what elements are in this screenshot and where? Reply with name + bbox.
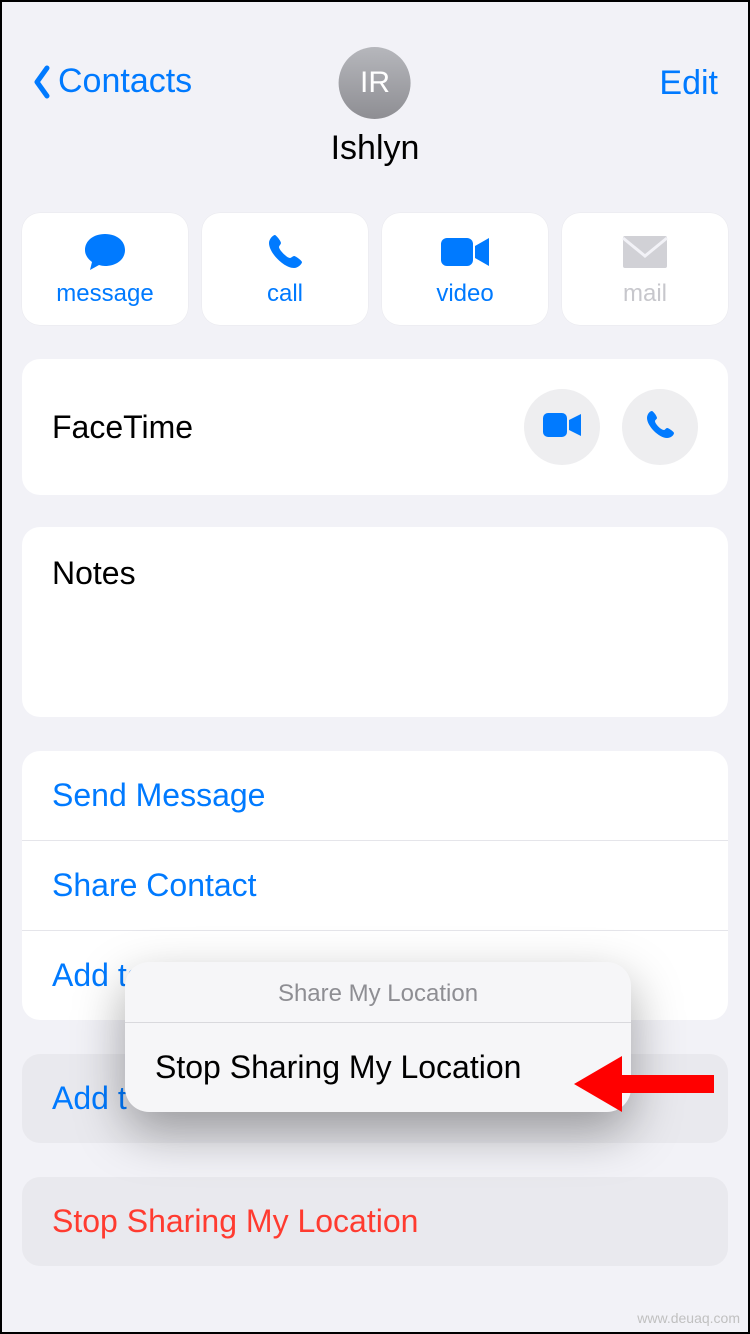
phone-icon	[643, 408, 677, 447]
annotation-arrow-icon	[574, 1052, 714, 1121]
mail-icon	[621, 230, 669, 274]
video-icon	[439, 230, 491, 274]
message-button[interactable]: message	[22, 213, 188, 325]
watermark: www.deuaq.com	[637, 1310, 740, 1326]
action-row: message call video mail	[2, 213, 748, 325]
popup-stop-sharing-action[interactable]: Stop Sharing My Location	[125, 1023, 631, 1112]
video-button[interactable]: video	[382, 213, 548, 325]
mail-button: mail	[562, 213, 728, 325]
call-button[interactable]: call	[202, 213, 368, 325]
header: Contacts IR Ishlyn Edit	[2, 2, 748, 103]
facetime-video-button[interactable]	[524, 389, 600, 465]
back-button[interactable]: Contacts	[32, 62, 192, 101]
message-icon	[81, 230, 129, 274]
mail-label: mail	[623, 280, 667, 308]
share-location-popup: Share My Location Stop Sharing My Locati…	[125, 962, 631, 1112]
call-label: call	[267, 280, 303, 308]
popup-title: Share My Location	[125, 962, 631, 1023]
facetime-label: FaceTime	[52, 409, 193, 446]
notes-card[interactable]: Notes	[22, 527, 728, 717]
add-truncated-label: Add t	[52, 1080, 127, 1116]
video-label: video	[436, 280, 493, 308]
back-label: Contacts	[58, 62, 192, 101]
facetime-audio-button[interactable]	[622, 389, 698, 465]
edit-button[interactable]: Edit	[659, 62, 718, 103]
share-contact-option[interactable]: Share Contact	[22, 841, 728, 931]
avatar: IR	[339, 47, 411, 119]
contact-name: Ishlyn	[331, 129, 420, 168]
send-message-option[interactable]: Send Message	[22, 751, 728, 841]
contact-header: IR Ishlyn	[331, 47, 420, 168]
phone-icon	[265, 230, 305, 274]
facetime-row: FaceTime	[22, 359, 728, 495]
avatar-initials: IR	[360, 66, 390, 100]
message-label: message	[56, 280, 153, 308]
notes-label: Notes	[52, 555, 698, 592]
video-icon	[541, 411, 583, 444]
facetime-actions	[524, 389, 698, 465]
chevron-left-icon	[32, 65, 52, 99]
stop-sharing-option[interactable]: Stop Sharing My Location	[22, 1177, 728, 1266]
